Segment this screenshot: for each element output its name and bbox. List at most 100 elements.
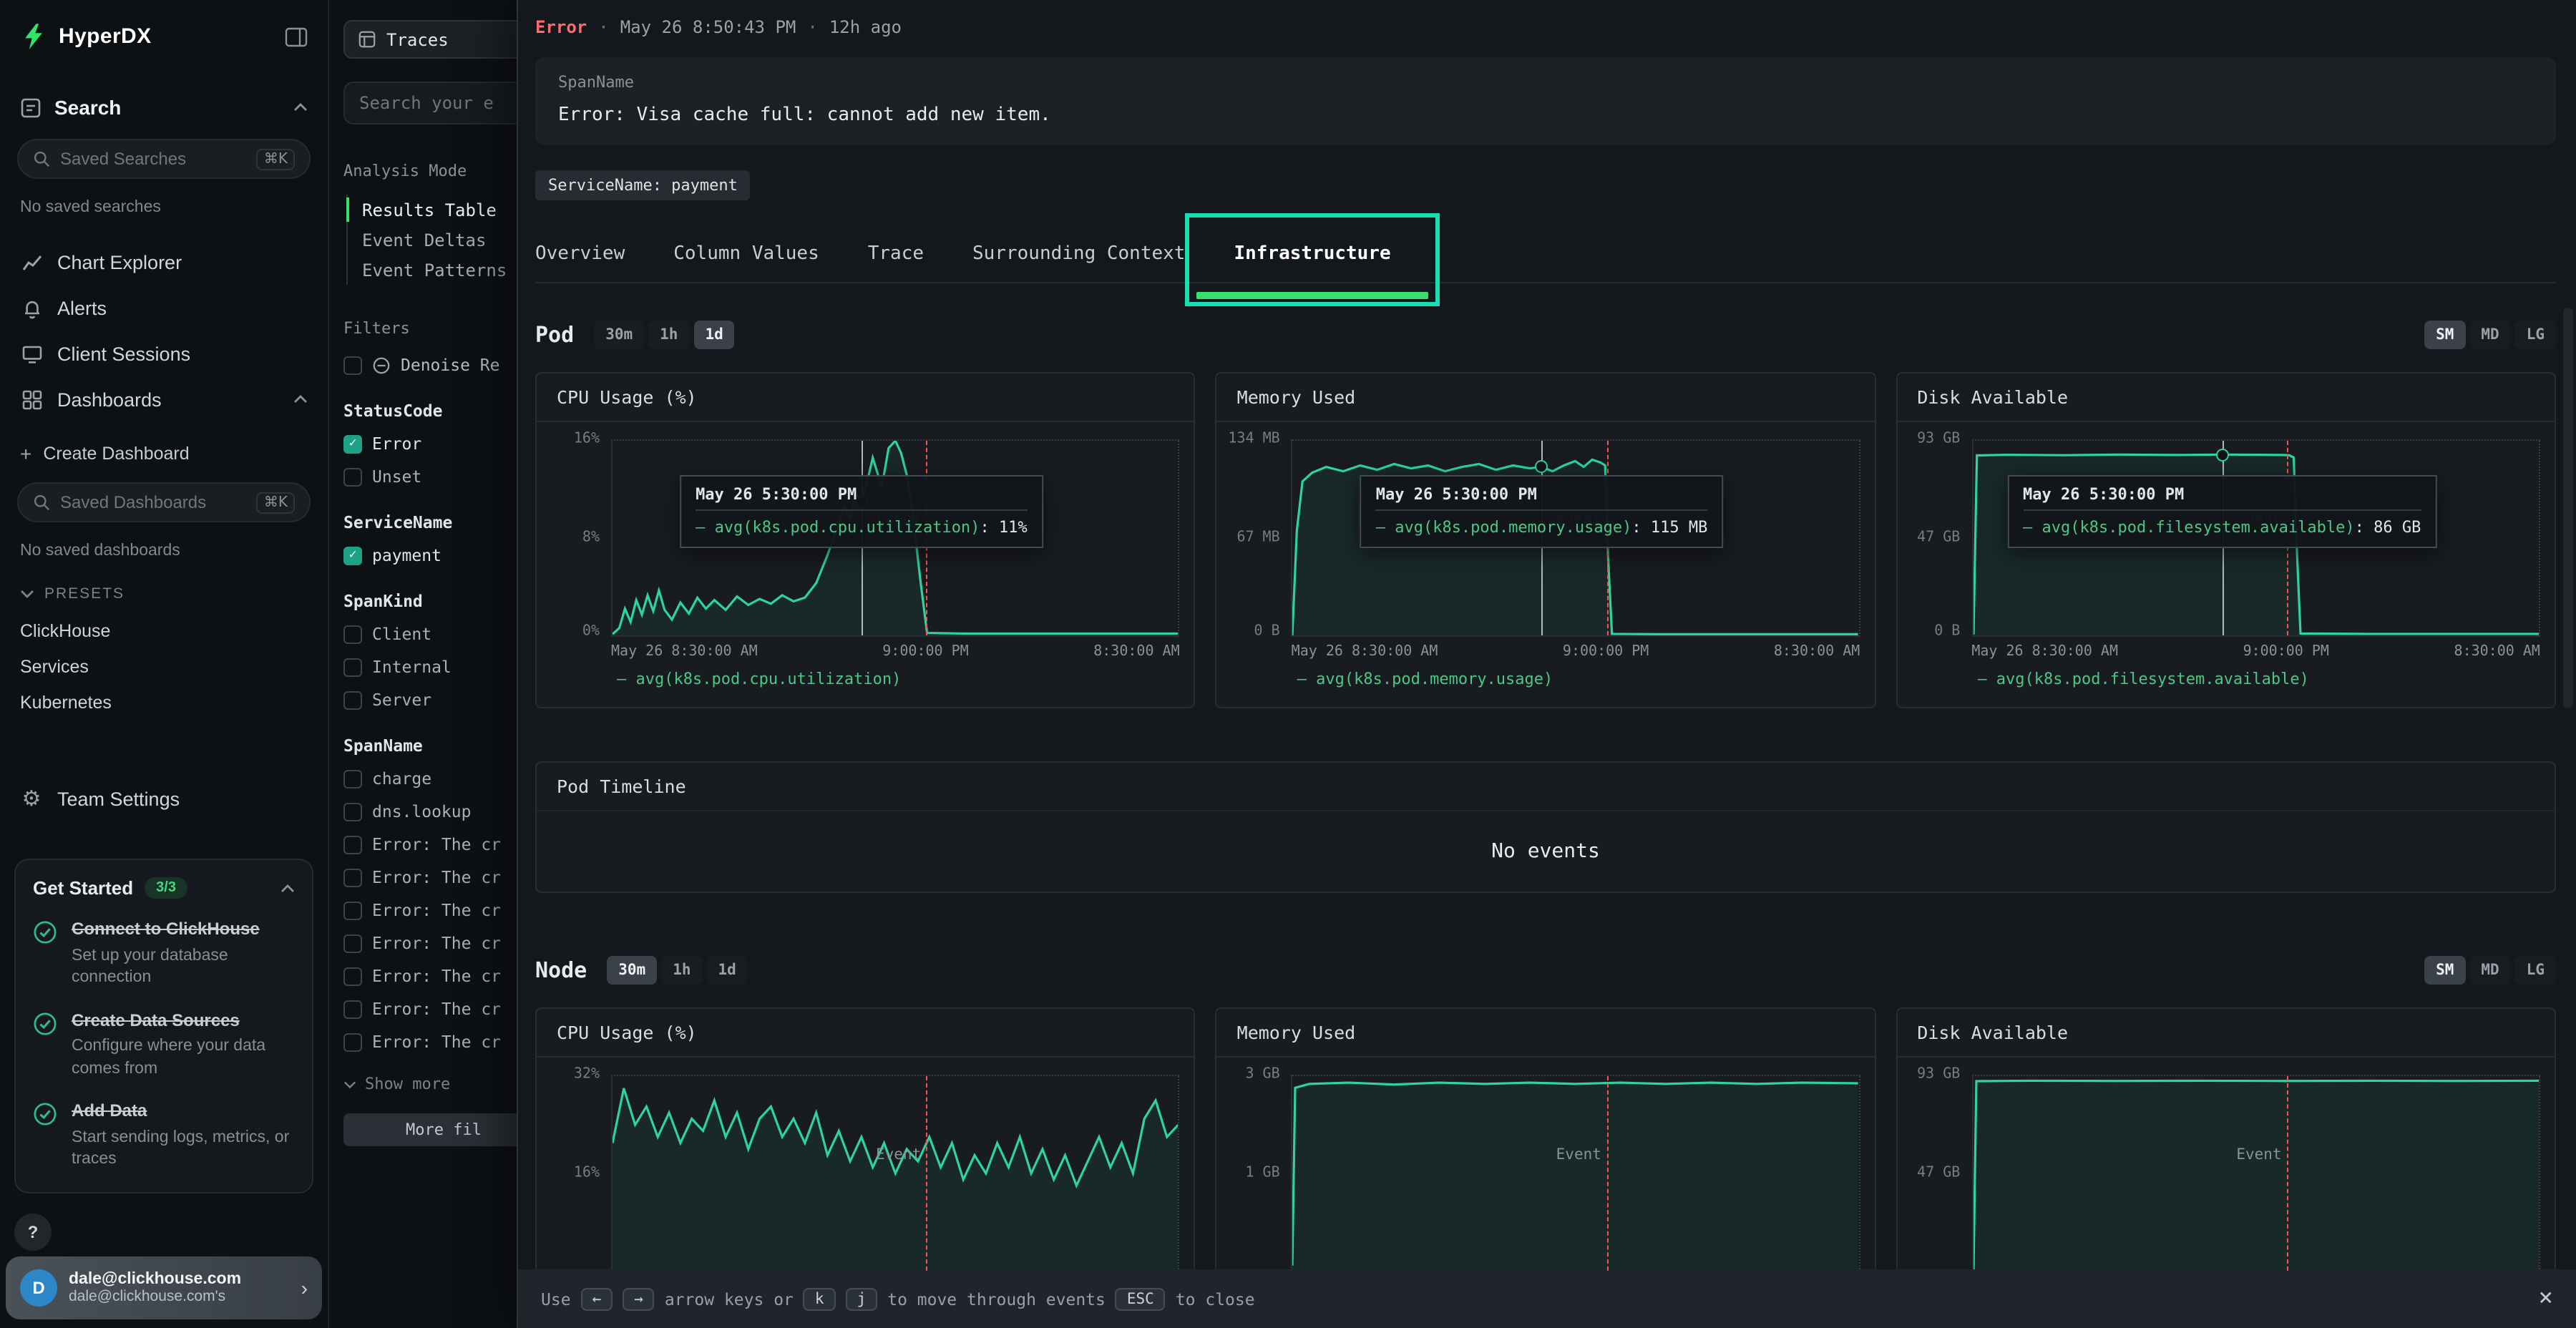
chart-tooltip: May 26 5:30:00 PM— avg(k8s.pod.cpu.utili… <box>680 475 1043 548</box>
tab-column-values[interactable]: Column Values <box>673 226 819 282</box>
tab-overview[interactable]: Overview <box>535 226 625 282</box>
more-filters-button[interactable]: More fil <box>343 1113 517 1146</box>
checkbox[interactable] <box>343 934 362 952</box>
checkbox[interactable] <box>343 356 362 374</box>
y-axis: 134 MB67 MB0 B <box>1226 439 1292 637</box>
x-axis-labels: May 26 8:30:00 AM9:00:00 PM8:30:00 AM <box>1292 637 1860 660</box>
checkbox[interactable] <box>343 769 362 788</box>
service-name-tag[interactable]: ServiceName: payment <box>535 170 751 200</box>
sidebar-item-chart-explorer[interactable]: Chart Explorer <box>0 239 328 285</box>
checkbox[interactable]: ✓ <box>343 546 362 565</box>
get-started-item-add-data[interactable]: Add Data Start sending logs, metrics, or… <box>33 1101 295 1172</box>
checkbox[interactable] <box>343 1032 362 1051</box>
checkbox[interactable] <box>343 901 362 919</box>
sidebar-item-dashboards[interactable]: Dashboards <box>0 376 328 422</box>
range-1h-button[interactable]: 1h <box>648 321 689 349</box>
filter-option[interactable]: Unset <box>343 467 517 487</box>
checkbox[interactable] <box>343 690 362 709</box>
y-tick-label: 47 GB <box>1917 1166 1960 1182</box>
sidebar-item-client-sessions[interactable]: Client Sessions <box>0 331 328 376</box>
span-name-label: SpanName <box>558 73 2533 92</box>
checkbox[interactable]: ✓ <box>343 434 362 453</box>
tab-infrastructure[interactable]: Infrastructure <box>1234 226 1390 282</box>
preset-item-clickhouse[interactable]: ClickHouse <box>0 614 328 647</box>
filter-option[interactable]: Error: The cr <box>343 966 517 986</box>
size-sm-button[interactable]: SM <box>2424 956 2465 985</box>
get-started-header[interactable]: Get Started 3/3 <box>33 877 295 899</box>
checkbox[interactable] <box>343 658 362 676</box>
preset-item-kubernetes[interactable]: Kubernetes <box>0 685 328 718</box>
saved-dashboards-input[interactable]: Saved Dashboards ⌘K <box>17 482 311 522</box>
size-lg-button[interactable]: LG <box>2515 321 2556 349</box>
presets-toggle[interactable]: PRESETS <box>20 585 308 602</box>
size-lg-button[interactable]: LG <box>2515 956 2556 985</box>
chevron-up-icon[interactable] <box>280 884 295 892</box>
size-md-button[interactable]: MD <box>2469 956 2510 985</box>
filter-option[interactable]: Error: The cr <box>343 900 517 920</box>
filter-option[interactable]: Client <box>343 624 517 644</box>
close-drawer-icon[interactable]: × <box>2539 1286 2554 1311</box>
search-section-label: Search <box>54 96 121 119</box>
scrollbar-thumb[interactable] <box>2563 308 2573 708</box>
arrow-left-key: ← <box>581 1287 613 1310</box>
source-select[interactable]: Traces <box>343 20 517 59</box>
get-started-item-connect[interactable]: Connect to ClickHouse Set up your databa… <box>33 919 295 990</box>
size-md-button[interactable]: MD <box>2469 321 2510 349</box>
filter-option[interactable]: Internal <box>343 657 517 677</box>
filter-option[interactable]: ✓Error <box>343 434 517 454</box>
search-section-header[interactable]: Search <box>0 96 328 119</box>
mode-event-patterns[interactable]: Event Patterns <box>348 255 517 285</box>
checkbox[interactable] <box>343 868 362 887</box>
chart-title: Memory Used <box>1217 1009 1875 1058</box>
help-button[interactable]: ? <box>14 1214 52 1251</box>
mode-event-deltas[interactable]: Event Deltas <box>348 225 517 255</box>
saved-searches-input[interactable]: Saved Searches ⌘K <box>17 139 311 179</box>
chart-title: CPU Usage (%) <box>537 1009 1194 1058</box>
size-sm-button[interactable]: SM <box>2424 321 2465 349</box>
filter-group-name: SpanName <box>343 736 517 756</box>
filter-option[interactable]: ✓payment <box>343 545 517 565</box>
y-axis: 93 GB47 GB0 B <box>1906 439 1971 637</box>
event-search-input[interactable]: Search your e <box>343 82 517 125</box>
chart-legend: — avg(k8s.pod.cpu.utilization) <box>617 670 1194 688</box>
preset-item-services[interactable]: Services <box>0 650 328 683</box>
range-1h-button[interactable]: 1h <box>661 956 702 985</box>
chevron-up-icon[interactable] <box>293 395 308 404</box>
chevron-up-icon[interactable] <box>293 103 308 112</box>
filters-label: Filters <box>343 319 517 338</box>
checkbox[interactable] <box>343 967 362 985</box>
create-dashboard-button[interactable]: + Create Dashboard <box>20 442 308 465</box>
range-1d-button[interactable]: 1d <box>693 321 734 349</box>
filter-option[interactable]: Error: The cr <box>343 999 517 1019</box>
filter-option[interactable]: Error: The cr <box>343 1032 517 1052</box>
filter-option[interactable]: charge <box>343 768 517 788</box>
checkbox[interactable] <box>343 1000 362 1018</box>
filter-option[interactable]: Server <box>343 690 517 710</box>
filter-option[interactable]: Error: The cr <box>343 933 517 953</box>
sidebar-item-team-settings[interactable]: ⚙ Team Settings <box>0 776 328 821</box>
y-tick-label: 8% <box>582 530 600 547</box>
team-settings-label: Team Settings <box>57 788 180 809</box>
checkbox[interactable] <box>343 467 362 486</box>
tab-trace[interactable]: Trace <box>868 226 924 282</box>
checkbox[interactable] <box>343 835 362 854</box>
sidebar: HyperDX Search Saved Searches ⌘K No save… <box>0 0 329 1328</box>
show-more-button[interactable]: Show more <box>343 1075 517 1093</box>
sidebar-collapse-icon[interactable] <box>285 26 308 47</box>
mode-results-table[interactable]: Results Table <box>348 195 517 225</box>
range-1d-button[interactable]: 1d <box>707 956 748 985</box>
tab-surrounding-context[interactable]: Surrounding Context <box>972 226 1185 282</box>
range-30m-button[interactable]: 30m <box>594 321 644 349</box>
range-30m-button[interactable]: 30m <box>607 956 657 985</box>
sidebar-item-alerts[interactable]: Alerts <box>0 285 328 331</box>
filter-option[interactable]: Error: The cr <box>343 834 517 854</box>
filter-option[interactable]: Error: The cr <box>343 867 517 887</box>
hyperdx-logo-icon <box>20 23 47 50</box>
checkbox[interactable] <box>343 802 362 821</box>
filter-option[interactable]: dns.lookup <box>343 801 517 821</box>
denoise-toggle[interactable]: Denoise Re <box>343 355 517 375</box>
checkbox[interactable] <box>343 625 362 643</box>
user-menu[interactable]: D dale@clickhouse.com dale@clickhouse.co… <box>6 1256 322 1319</box>
get-started-item-sources[interactable]: Create Data Sources Configure where your… <box>33 1010 295 1080</box>
presets-label: PRESETS <box>44 585 125 602</box>
